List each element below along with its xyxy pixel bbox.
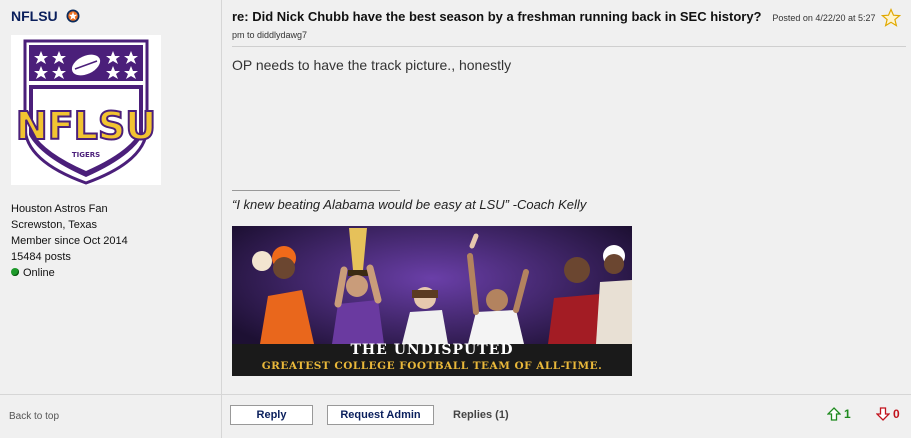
reply-button[interactable]: Reply xyxy=(230,405,313,425)
avatar[interactable]: NFLSU TIGERS xyxy=(11,35,161,185)
post-body: OP needs to have the track picture., hon… xyxy=(232,57,512,73)
back-to-top-link[interactable]: Back to top xyxy=(9,411,59,422)
upvote-button[interactable]: 1 xyxy=(827,407,851,421)
downvote-count: 0 xyxy=(893,407,900,421)
astros-icon xyxy=(66,9,80,23)
favorite-star-icon[interactable] xyxy=(881,8,901,28)
post-main: re: Did Nick Chubb have the best season … xyxy=(222,0,911,438)
user-member-since: Member since Oct 2014 xyxy=(11,235,128,247)
username-row: NFLSU xyxy=(11,8,80,24)
user-fan-of: Houston Astros Fan xyxy=(11,203,108,215)
title-divider xyxy=(232,46,906,47)
user-post-count: 15484 posts xyxy=(11,251,71,263)
banner-caption-line1: THE UNDISPUTED xyxy=(350,342,514,358)
banner-caption-line2: GREATEST COLLEGE FOOTBALL TEAM OF ALL-TI… xyxy=(261,360,603,372)
user-sidebar: NFLSU NFLSU TIGERS Houston Astros Fan Sc… xyxy=(0,0,222,438)
user-status-label: Online xyxy=(23,267,55,279)
signature-quote: “I knew beating Alabama would be easy at… xyxy=(232,197,587,212)
footer-divider xyxy=(222,394,911,395)
user-status: Online xyxy=(11,265,128,281)
nflsu-shield-logo: NFLSU TIGERS xyxy=(15,39,157,185)
arrow-up-icon xyxy=(827,407,841,421)
signature-banner: THE UNDISPUTED GREATEST COLLEGE FOOTBALL… xyxy=(232,226,632,376)
downvote-button[interactable]: 0 xyxy=(876,407,900,421)
post-header: re: Did Nick Chubb have the best season … xyxy=(232,9,882,43)
avatar-logo-subtext: TIGERS xyxy=(72,151,100,159)
user-location: Screwston, Texas xyxy=(11,219,98,231)
user-info: Houston Astros Fan Screwston, Texas Memb… xyxy=(11,201,128,281)
request-admin-button[interactable]: Request Admin xyxy=(327,405,434,425)
replies-link[interactable]: Replies (1) xyxy=(453,409,509,421)
sidebar-divider xyxy=(0,394,221,395)
upvote-count: 1 xyxy=(844,407,851,421)
arrow-down-icon xyxy=(876,407,890,421)
signature-divider xyxy=(232,190,400,191)
online-status-icon xyxy=(11,268,19,276)
avatar-logo-text: NFLSU xyxy=(16,104,156,148)
post-subject: re: Did Nick Chubb have the best season … xyxy=(232,9,762,24)
username-link[interactable]: NFLSU xyxy=(11,8,58,24)
